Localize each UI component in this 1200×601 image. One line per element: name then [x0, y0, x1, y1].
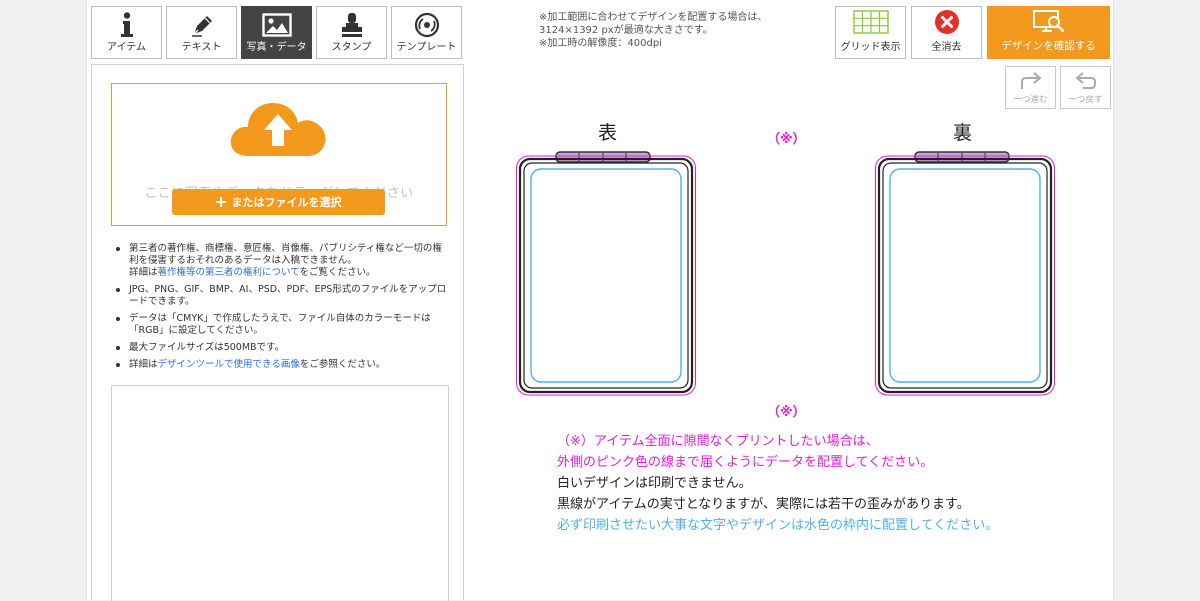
note-rights-post: をご覧ください。 [299, 267, 376, 278]
tab-text-label: テキスト [181, 42, 222, 53]
info-line-3: ※加工時の解像度：400dpi [539, 38, 662, 49]
design-tool: アイテム テキスト 写真・データ スタンプ テンプレート またはファイルを選択 … [86, 0, 1114, 601]
note-mark-top: （※） [767, 132, 806, 147]
clear-all-label: 全消去 [931, 42, 962, 53]
redo-button[interactable]: 一つ進む [1005, 66, 1056, 109]
confirm-design-label: デザインを確認する [1001, 40, 1096, 52]
tab-stamp-label: スタンプ [331, 42, 372, 53]
select-file-label: またはファイルを選択 [231, 196, 342, 209]
photo-data-panel: ここに写真やデータをドラッグしてください またはファイルを選択 第三者の著作権、… [91, 64, 464, 601]
undo-icon [1073, 69, 1099, 93]
cloud-upload-icon [230, 103, 326, 156]
tab-template[interactable]: テンプレート [391, 6, 462, 59]
image-icon [261, 11, 292, 39]
template-icon [414, 11, 440, 39]
info-line-1: ※加工範囲に合わせてデザインを配置する場合は、 [539, 12, 768, 23]
tab-photo-data-label: 写真・データ [246, 42, 307, 53]
front-print-area[interactable] [515, 150, 697, 398]
note-filesize: 最大ファイルサイズは500MBです。 [115, 342, 450, 354]
upload-dropzone[interactable]: ここに写真やデータをドラッグしてください またはファイルを選択 [111, 83, 447, 226]
tool-tabs: アイテム テキスト 写真・データ スタンプ テンプレート [91, 6, 462, 59]
redo-icon [1018, 69, 1044, 93]
guideline-white: 白いデザインは印刷できません。 [557, 476, 752, 491]
note-mark-bottom: （※） [767, 405, 806, 420]
tab-stamp[interactable]: スタンプ [316, 6, 387, 59]
tab-photo-data[interactable]: 写真・データ [241, 6, 312, 59]
note-details-pre: 詳細は [129, 359, 158, 370]
rights-link[interactable]: 著作権等の第三者の権利について [158, 267, 300, 278]
upload-notes: 第三者の著作権、商標権、意匠権、肖像権、パブリシティ権など一切の権利を侵害するお… [115, 243, 450, 376]
note-rights-text: 第三者の著作権、商標権、意匠権、肖像権、パブリシティ権など一切の権利を侵害するお… [129, 243, 442, 266]
front-side-label: 表 [598, 122, 618, 144]
note-details: 詳細はデザインツールで使用できる画像をご参照ください。 [115, 359, 450, 371]
tab-template-label: テンプレート [396, 42, 457, 53]
guideline-safe-area: 必ず印刷させたい大事な文字やデザインは水色の枠内に配置してください。 [557, 518, 999, 533]
monitor-search-icon [1032, 7, 1066, 36]
info-icon [120, 11, 134, 39]
redo-label: 一つ進む [1013, 95, 1048, 105]
note-formats: JPG、PNG、GIF、BMP、AI、PSD、PDF、EPS形式のファイルをアッ… [115, 284, 450, 308]
grid-toggle-button[interactable]: グリッド表示 [835, 6, 906, 59]
undo-label: 一つ戻す [1068, 95, 1103, 105]
pen-icon [188, 11, 216, 39]
guideline-bleed-2: 外側のピンク色の線まで届くようにデータを配置してください。 [557, 455, 934, 470]
grid-icon [852, 7, 889, 36]
clear-all-button[interactable]: 全消去 [911, 6, 982, 59]
plus-icon [215, 197, 226, 207]
usable-images-link[interactable]: デザインツールで使用できる画像 [158, 359, 300, 370]
confirm-design-button[interactable]: デザインを確認する [987, 6, 1110, 59]
note-rights: 第三者の著作権、商標権、意匠権、肖像権、パブリシティ権など一切の権利を侵害するお… [115, 243, 450, 279]
stamp-icon [339, 11, 365, 39]
tab-item[interactable]: アイテム [91, 6, 162, 59]
grid-toggle-label: グリッド表示 [840, 42, 901, 53]
print-info: ※加工範囲に合わせてデザインを配置する場合は、 3124×1392 pxが最適な… [539, 11, 799, 50]
tab-text[interactable]: テキスト [166, 6, 237, 59]
close-icon [934, 7, 960, 36]
guideline-bleed-1: （※）アイテム全面に隙間なくプリントしたい場合は、 [557, 434, 879, 449]
select-file-button[interactable]: またはファイルを選択 [172, 189, 385, 215]
note-details-post: をご参照ください。 [299, 359, 386, 370]
guideline-actual-size: 黒線がアイテムの実寸となりますが、実際には若干の歪みがあります。 [557, 497, 970, 512]
tab-item-label: アイテム [107, 42, 146, 53]
undo-button[interactable]: 一つ戻す [1060, 66, 1111, 109]
uploaded-images-area[interactable] [111, 385, 449, 601]
back-print-area[interactable] [874, 150, 1056, 398]
info-line-2: 3124×1392 pxが最適な大きさです。 [539, 25, 713, 36]
note-rights-pre: 詳細は [129, 267, 158, 278]
note-colormode: データは「CMYK」で作成したうえで、ファイル自体のカラーモードは「RGB」に設… [115, 313, 450, 337]
print-guidelines: （※）アイテム全面に隙間なくプリントしたい場合は、 外側のピンク色の線まで届くよ… [557, 431, 998, 536]
back-side-label: 裏 [953, 122, 973, 144]
